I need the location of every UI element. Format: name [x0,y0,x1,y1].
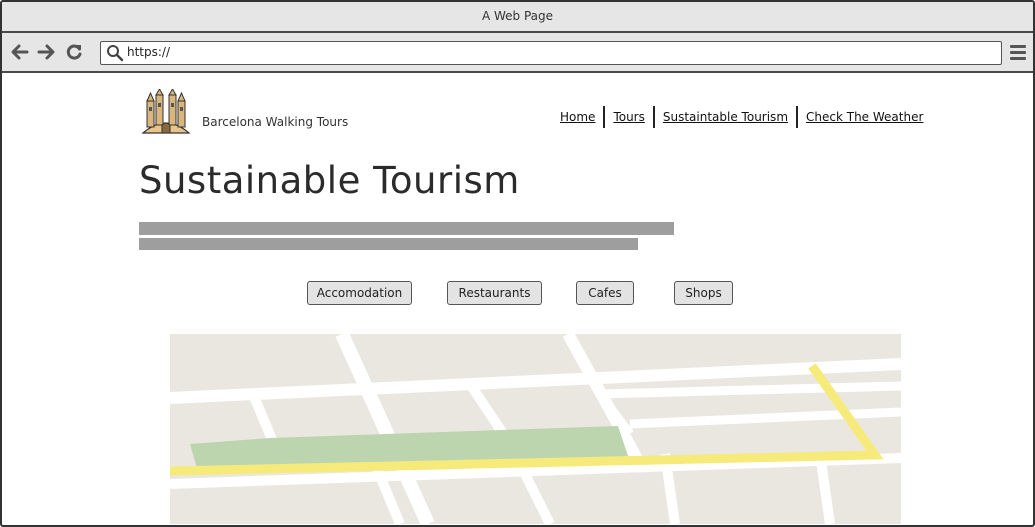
nav-link-sustainable-tourism[interactable]: Sustaintable Tourism [655,106,796,128]
text-placeholder-line [139,238,638,250]
back-arrow-icon[interactable] [10,42,30,62]
browser-window: A Web Page https:// Barcelona Walking To… [0,0,1035,527]
page-title: Sustainable Tourism [139,159,520,202]
nav-link-check-weather[interactable]: Check The Weather [798,106,931,128]
hamburger-menu-icon[interactable] [1009,43,1027,61]
filter-shops-button[interactable]: Shops [674,281,733,305]
main-nav: Home Tours Sustaintable Tourism Check Th… [552,105,931,129]
nav-link-home[interactable]: Home [552,106,603,128]
forward-arrow-icon[interactable] [36,42,56,62]
reload-icon[interactable] [64,42,84,62]
nav-link-tours[interactable]: Tours [605,106,652,128]
page-content: Barcelona Walking Tours Home Tours Susta… [2,75,1033,525]
search-icon [106,44,124,62]
address-bar[interactable]: https:// [100,41,1002,65]
window-titlebar: A Web Page [2,2,1033,33]
map-view[interactable] [170,334,901,524]
brand-name: Barcelona Walking Tours [202,115,349,129]
browser-toolbar: https:// [2,33,1033,73]
text-placeholder-line [139,222,674,235]
cathedral-logo-icon[interactable] [140,88,192,135]
filter-restaurants-button[interactable]: Restaurants [447,281,542,305]
map-canvas[interactable] [170,334,901,524]
window-title: A Web Page [481,9,554,23]
address-text: https:// [127,45,171,59]
filter-accomodation-button[interactable]: Accomodation [307,281,412,305]
filter-cafes-button[interactable]: Cafes [576,281,634,305]
